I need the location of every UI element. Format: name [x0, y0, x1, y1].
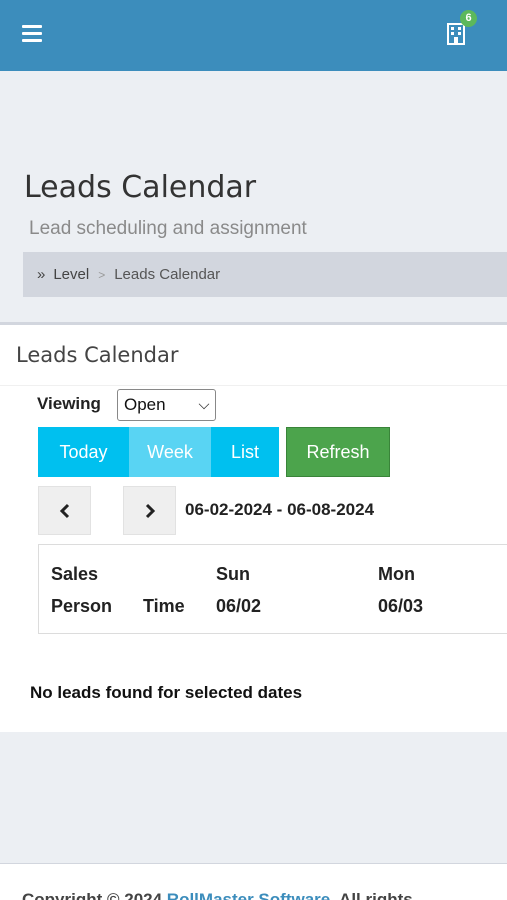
header-sales-person-line1: Sales	[51, 564, 99, 584]
breadcrumb-separator: >	[98, 267, 106, 282]
calendar-table: Sales Person Time Sun 06/02 Mon 06/03	[38, 544, 507, 634]
top-navbar: 6	[0, 0, 507, 71]
chevron-left-icon	[59, 503, 69, 518]
page-title: Leads Calendar	[24, 170, 257, 205]
header-day1-date: 06/02	[216, 596, 262, 616]
today-button[interactable]: Today	[38, 427, 129, 477]
header-day2-date: 06/03	[378, 596, 424, 616]
week-button[interactable]: Week	[129, 427, 211, 477]
header-time: Time	[143, 596, 185, 616]
refresh-button[interactable]: Refresh	[286, 427, 390, 477]
date-range: 06-02-2024 - 06-08-2024	[185, 500, 375, 519]
header-day1-name: Sun	[216, 564, 250, 584]
box-divider	[0, 385, 507, 386]
previous-week-button[interactable]	[38, 486, 91, 535]
breadcrumb-current: Leads Calendar	[114, 266, 221, 283]
viewing-select[interactable]: Open	[117, 389, 216, 421]
company-link[interactable]: RollMaster Software	[167, 890, 330, 900]
header-sales-person-line2: Person	[51, 596, 113, 616]
empty-message: No leads found for selected dates	[30, 683, 303, 702]
hamburger-menu-icon[interactable]	[22, 25, 42, 43]
breadcrumb-level-link[interactable]: Level	[53, 266, 89, 283]
leads-calendar-box: Leads Calendar Viewing Open Today Week L…	[0, 322, 507, 732]
chevron-down-icon	[198, 398, 210, 410]
viewing-select-value: Open	[124, 395, 166, 414]
chevron-right-icon	[145, 503, 155, 518]
double-chevron-right-icon: »	[37, 266, 46, 283]
footer: Copyright © 2024 RollMaster Software. Al…	[0, 863, 507, 900]
breadcrumb: » Level > Leads Calendar	[23, 252, 507, 297]
page-subtitle: Lead scheduling and assignment	[29, 218, 307, 239]
next-week-button[interactable]	[123, 486, 176, 535]
copyright-text: Copyright © 2024 RollMaster Software. Al…	[22, 890, 413, 900]
header-day2-name: Mon	[378, 564, 415, 584]
list-button[interactable]: List	[211, 427, 279, 477]
viewing-label: Viewing	[37, 394, 101, 413]
copyright-suffix: . All rights	[330, 890, 413, 900]
notification-badge[interactable]: 6	[460, 10, 477, 27]
box-title: Leads Calendar	[16, 343, 179, 367]
copyright-prefix: Copyright © 2024	[22, 890, 167, 900]
